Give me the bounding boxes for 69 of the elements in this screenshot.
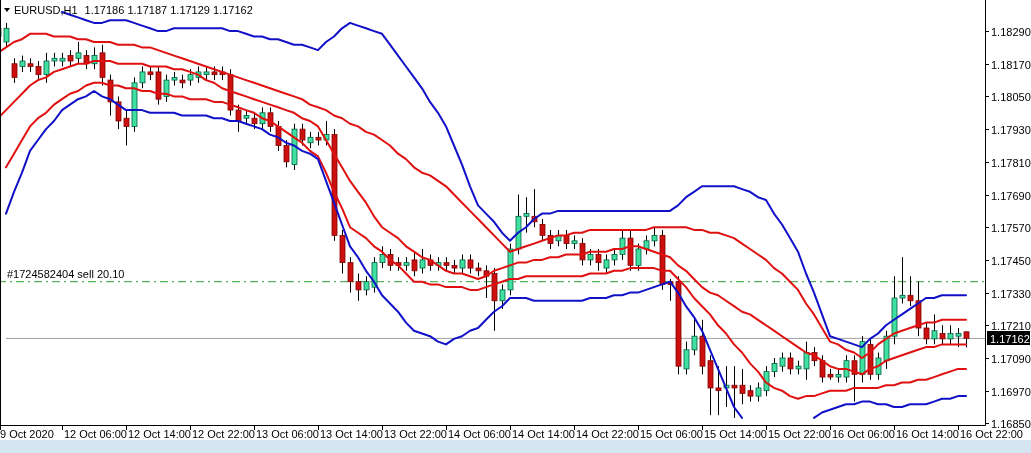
price-axis-label: 1.17570 bbox=[991, 221, 1031, 234]
price-axis-label: 1.18050 bbox=[991, 90, 1031, 103]
bearish-candle bbox=[179, 74, 186, 89]
bullish-candle bbox=[571, 234, 578, 250]
bearish-candle bbox=[251, 112, 258, 130]
bullish-candle bbox=[91, 46, 98, 70]
bearish-candle bbox=[851, 354, 858, 403]
time-axis-label: 13 Oct 14:00 bbox=[320, 428, 383, 440]
bullish-candle bbox=[259, 106, 266, 130]
price-axis-label: 1.17810 bbox=[991, 156, 1031, 169]
bearish-candle bbox=[627, 229, 634, 272]
bullish-candle bbox=[723, 365, 730, 408]
bearish-candle bbox=[11, 57, 18, 84]
price-axis-label: 1.17330 bbox=[991, 287, 1031, 300]
bullish-candle bbox=[859, 335, 866, 383]
bullish-candle bbox=[435, 256, 442, 272]
bullish-candle bbox=[243, 109, 250, 125]
bullish-candle bbox=[19, 55, 26, 73]
bullish-candle bbox=[291, 123, 298, 171]
bearish-candle bbox=[867, 338, 874, 381]
symbol-label: EURUSD,H1 bbox=[14, 4, 78, 16]
price-axis-label: 1.16850 bbox=[991, 417, 1031, 430]
bullish-candle bbox=[403, 256, 410, 272]
price-axis-label: 1.17690 bbox=[991, 189, 1031, 202]
time-axis-label: 12 Oct 22:00 bbox=[192, 428, 255, 440]
bearish-candle bbox=[411, 251, 418, 277]
bearish-candle bbox=[67, 49, 74, 67]
bearish-candle bbox=[315, 131, 322, 146]
bullish-candle bbox=[587, 248, 594, 266]
bearish-candle bbox=[563, 229, 570, 250]
time-axis-label: 9 Oct 2020 bbox=[0, 428, 54, 440]
order-label: #1724582404 sell 20.10 bbox=[7, 267, 125, 280]
bearish-candle bbox=[595, 248, 602, 272]
price-axis-label: 1.17930 bbox=[991, 123, 1031, 136]
bullish-candle bbox=[419, 248, 426, 275]
bullish-candle bbox=[555, 229, 562, 247]
time-axis-label: 14 Oct 22:00 bbox=[576, 428, 639, 440]
time-axis-label: 14 Oct 06:00 bbox=[448, 428, 511, 440]
time-axis-label: 14 Oct 14:00 bbox=[512, 428, 575, 440]
bullish-candle bbox=[75, 41, 82, 65]
time-axis-label: 13 Oct 06:00 bbox=[256, 428, 319, 440]
price-axis-label: 1.16970 bbox=[991, 385, 1031, 398]
bearish-candle bbox=[579, 237, 586, 266]
time-axis-label: 16 Oct 06:00 bbox=[832, 428, 895, 440]
dropdown-arrow-icon[interactable] bbox=[4, 8, 10, 12]
time-axis-label: 16 Oct 14:00 bbox=[896, 428, 959, 440]
price-axis-label: 1.18170 bbox=[991, 58, 1031, 71]
current-price-badge: 1.17162 bbox=[987, 331, 1030, 345]
time-axis-label: 12 Oct 14:00 bbox=[128, 428, 191, 440]
ohlc-values: 1.17186 1.17187 1.17129 1.17162 bbox=[84, 4, 253, 16]
time-axis-label: 15 Oct 14:00 bbox=[704, 428, 767, 440]
price-axis-label: 1.18290 bbox=[991, 25, 1031, 38]
price-axis-label: 1.17450 bbox=[991, 254, 1031, 267]
bullish-candle bbox=[307, 131, 314, 149]
time-axis-label: 13 Oct 22:00 bbox=[384, 428, 447, 440]
price-axis-label: 1.17210 bbox=[991, 319, 1031, 332]
bearish-candle bbox=[963, 331, 970, 348]
bearish-candle bbox=[83, 49, 90, 70]
time-axis-label: 12 Oct 06:00 bbox=[64, 428, 127, 440]
bearish-candle bbox=[787, 352, 794, 375]
bearish-candle bbox=[939, 324, 946, 345]
time-axis-label: 16 Oct 22:00 bbox=[960, 428, 1023, 440]
bullish-candle bbox=[459, 253, 466, 275]
time-axis-label: 15 Oct 22:00 bbox=[768, 428, 831, 440]
time-axis-label: 15 Oct 06:00 bbox=[640, 428, 703, 440]
bullish-candle bbox=[323, 120, 330, 146]
price-axis-label: 1.17090 bbox=[991, 352, 1031, 365]
bearish-candle bbox=[427, 253, 434, 272]
bullish-candle bbox=[931, 313, 938, 345]
